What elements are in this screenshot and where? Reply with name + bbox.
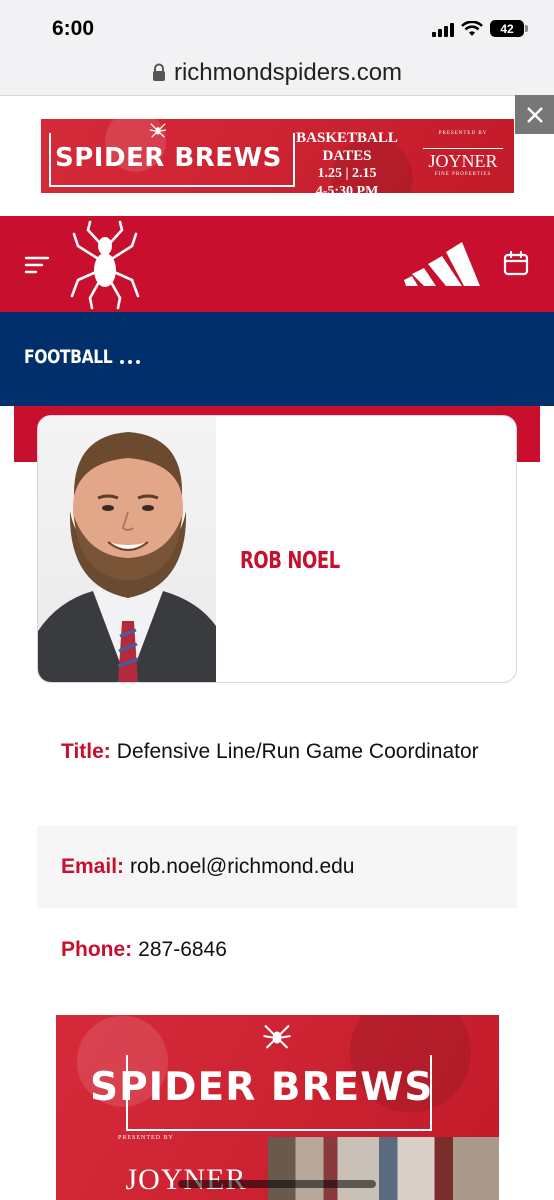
title-value: Defensive Line/Run Game Coordinator <box>116 740 479 763</box>
ad-dates-time: 4-5:30 PM <box>315 184 379 193</box>
close-icon <box>526 106 543 123</box>
site-header <box>0 216 554 312</box>
url-text: richmondspiders.com <box>173 58 403 86</box>
wifi-icon <box>461 20 483 36</box>
sport-selector[interactable]: FOOTBALL <box>24 346 113 368</box>
battery-indicator: 42 <box>490 20 528 37</box>
status-bar: 6:00 42 <box>0 0 554 56</box>
ad-sponsor-sub: FINE PROPERTIES <box>434 172 492 177</box>
headshot-illustration <box>38 432 216 682</box>
menu-icon[interactable] <box>24 254 50 276</box>
ad-sponsor-name: JOYNER <box>423 148 503 172</box>
coach-headshot <box>38 416 216 682</box>
status-icons: 42 <box>432 20 528 37</box>
title-label: Title: <box>61 740 111 763</box>
info-row-title: Title: Defensive Line/Run Game Coordinato… <box>37 734 517 814</box>
status-time: 6:00 <box>52 17 95 40</box>
ad-sponsor: PRESENTED BY JOYNER FINE PROPERTIES <box>423 131 503 177</box>
info-row-phone: Phone: 287-6846 <box>37 925 517 975</box>
info-row-email: Email: rob.noel@richmond.edu <box>37 826 517 908</box>
lock-icon <box>152 63 165 81</box>
email-label: Email: <box>61 855 125 878</box>
calendar-icon[interactable] <box>503 250 529 276</box>
ad-event-photo <box>268 1137 499 1200</box>
email-link[interactable]: rob.noel@richmond.edu <box>130 855 354 878</box>
ad-banner-bottom[interactable]: SPIDER BREWS PRESENTED BY JOYNER <box>56 1015 499 1200</box>
close-ad-button[interactable] <box>515 95 554 134</box>
ad-dates-heading: BASKETBALL DATES <box>296 130 398 164</box>
ad-brand: SPIDER BREWS <box>55 143 282 173</box>
sport-nav: FOOTBALL <box>0 312 554 406</box>
signal-icon <box>432 21 454 37</box>
ad-dates: BASKETBALL DATES 1.25 | 2.15 4-5:30 PM <box>277 129 417 193</box>
spider-icon <box>149 123 167 138</box>
spider-icon <box>263 1024 291 1049</box>
profile-card: ROB NOEL <box>37 415 517 683</box>
url-bar[interactable]: richmondspiders.com <box>0 50 554 96</box>
phone-link[interactable]: 287-6846 <box>138 938 227 961</box>
coach-name: ROB NOEL <box>240 548 340 574</box>
ad-presented-by: PRESENTED BY <box>118 1135 174 1141</box>
more-icon[interactable] <box>120 360 140 364</box>
spider-logo[interactable] <box>68 218 142 310</box>
ad-presented-by: PRESENTED BY <box>438 131 488 136</box>
home-indicator <box>178 1180 376 1188</box>
adidas-logo[interactable] <box>404 240 482 288</box>
phone-label: Phone: <box>61 938 133 961</box>
ad-banner-top[interactable]: SPIDER BREWS BASKETBALL DATES 1.25 | 2.1… <box>41 119 514 193</box>
ad-brand: SPIDER BREWS <box>90 1065 434 1110</box>
ad-dates-days: 1.25 | 2.15 <box>317 166 377 181</box>
